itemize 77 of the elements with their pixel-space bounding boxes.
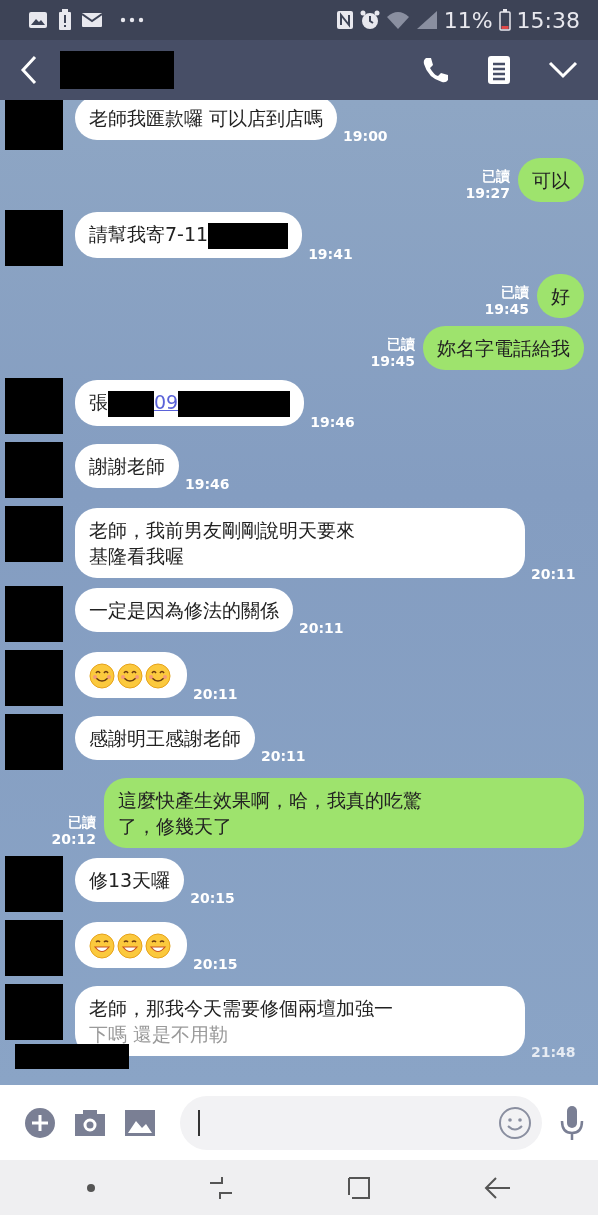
chevron-down-icon[interactable] — [548, 61, 578, 79]
message-text: 感謝明王感謝老師 — [89, 727, 241, 749]
message-time: 21:48 — [531, 1044, 576, 1060]
message-time: 19:46 — [185, 476, 230, 492]
message-time: 20:12 — [51, 831, 96, 848]
battery-percent: 11% — [443, 7, 493, 33]
redaction-block — [5, 920, 63, 976]
message-text: 張 — [89, 391, 108, 413]
message-time: 20:15 — [193, 955, 238, 972]
redaction-block — [5, 506, 63, 562]
message-text: 老師，那我今天需要修個兩壇加強一 — [89, 997, 393, 1019]
message-text: 基隆看我喔 — [89, 545, 184, 567]
redaction-block — [5, 984, 63, 1040]
redaction-block — [5, 442, 63, 498]
grinning-face-icon — [117, 932, 143, 959]
back-icon[interactable] — [484, 1175, 512, 1200]
home-icon[interactable] — [346, 1174, 372, 1201]
message-text: 老師，我前男友剛剛說明天要來 — [89, 519, 355, 541]
message-time: 20:11 — [531, 566, 576, 582]
wifi-icon — [385, 10, 410, 30]
dot-icon[interactable] — [86, 1182, 96, 1193]
read-label: 已讀 — [68, 814, 96, 831]
recent-apps-icon[interactable] — [208, 1174, 234, 1201]
mail-icon — [82, 12, 102, 28]
notes-icon[interactable] — [488, 56, 510, 84]
phone-icon[interactable] — [422, 56, 450, 84]
message-text: 了，修幾天了 — [118, 815, 232, 837]
message-text: 下嗎 還是不用勒 — [89, 1023, 229, 1045]
read-label: 已讀 — [482, 168, 510, 185]
plus-icon[interactable] — [24, 1106, 56, 1139]
read-label: 已讀 — [387, 336, 415, 353]
message-text: 這麼快產生效果啊，哈，我真的吃驚 — [118, 789, 422, 811]
message-time: 19:45 — [484, 301, 529, 318]
smiling-face-icon — [145, 662, 171, 689]
redaction-block — [5, 100, 63, 150]
message-text: 妳名字電話給我 — [437, 337, 570, 359]
image-icon[interactable] — [124, 1108, 156, 1137]
clock-time: 15:38 — [516, 7, 580, 33]
redaction-block — [5, 210, 63, 266]
battery-icon — [498, 9, 511, 31]
message-text: 可以 — [532, 169, 570, 191]
alarm-icon — [359, 10, 380, 30]
message-text: 謝謝老師 — [89, 455, 165, 477]
message-time: 19:46 — [310, 413, 355, 430]
message-text: 修13天囉 — [89, 869, 171, 891]
redaction-block — [5, 586, 63, 642]
camera-icon[interactable] — [74, 1108, 106, 1137]
message-time: 19:45 — [370, 353, 415, 370]
battery-alert-icon — [58, 9, 72, 31]
image-icon — [28, 11, 48, 29]
message-time: 19:27 — [465, 185, 510, 202]
message-time: 20:11 — [193, 685, 238, 702]
redaction-block — [108, 390, 154, 417]
redaction-block — [5, 856, 63, 912]
more-icon — [120, 17, 144, 23]
grinning-face-icon — [89, 932, 115, 959]
signal-icon — [415, 10, 438, 30]
message-text: 一定是因為修法的關係 — [89, 599, 279, 621]
message-time: 19:00 — [343, 128, 388, 144]
message-time: 19:41 — [308, 245, 353, 262]
redaction-block — [5, 714, 63, 770]
read-label: 已讀 — [501, 284, 529, 301]
smiling-face-icon — [89, 662, 115, 689]
emoji-icon[interactable] — [498, 1105, 532, 1140]
message-time: 20:11 — [299, 620, 344, 636]
nfc-icon — [335, 10, 354, 30]
redaction-block — [5, 378, 63, 434]
message-text: 請幫我寄7-11 — [89, 223, 209, 245]
message-time: 20:11 — [261, 748, 306, 764]
redaction-block — [5, 650, 63, 706]
microphone-icon[interactable] — [560, 1104, 584, 1141]
message-text: 好 — [551, 285, 570, 307]
grinning-face-icon — [145, 932, 171, 959]
phone-link[interactable]: 09 — [154, 391, 179, 413]
message-text: 老師我匯款囉 可以店到店嗎 — [89, 107, 324, 129]
message-time: 20:15 — [190, 890, 235, 906]
smiling-face-icon — [117, 662, 143, 689]
